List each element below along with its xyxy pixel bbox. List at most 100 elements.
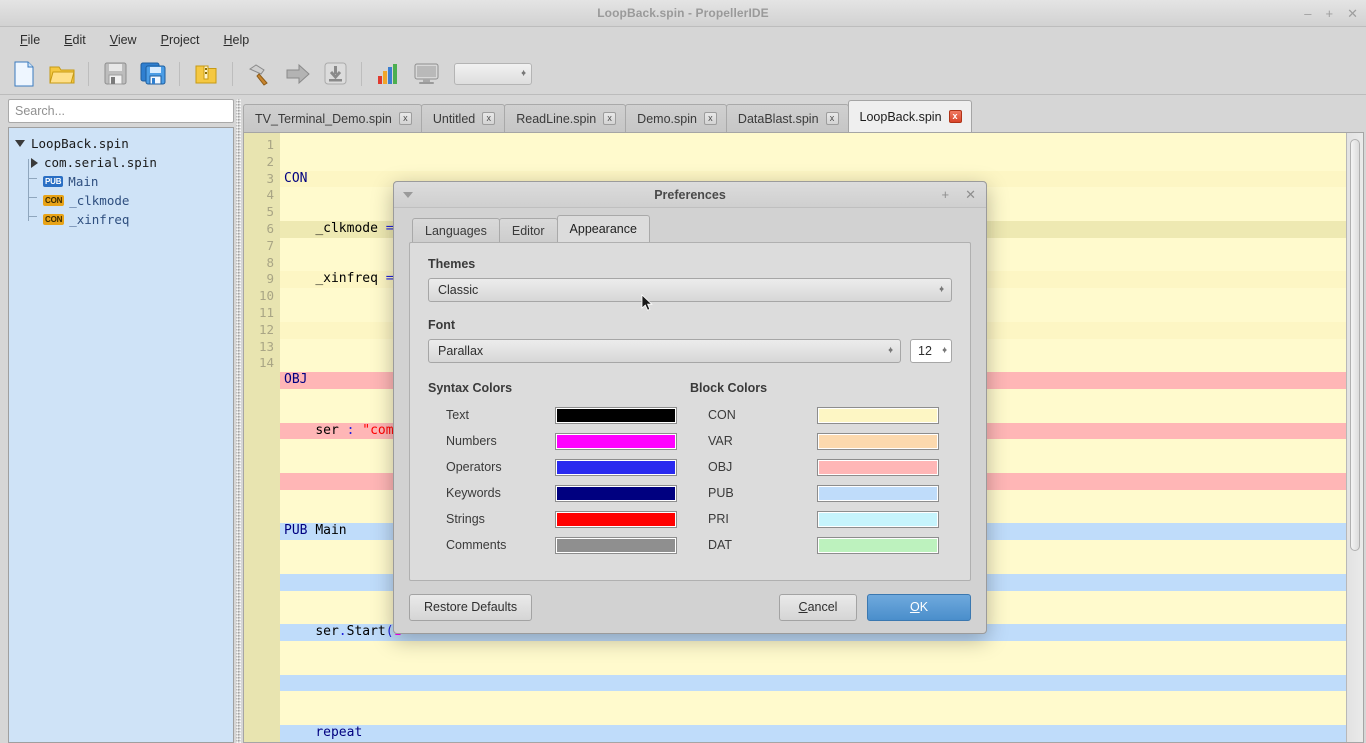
terminal-icon[interactable] [408,57,444,91]
tab-demo[interactable]: Demo.spin x [625,104,727,132]
chevron-down-icon[interactable] [15,140,25,147]
code-line: repeat [280,724,1346,742]
serial-port-selector[interactable]: ▲ ▼ [454,62,532,85]
menu-edit[interactable]: Edit [54,30,96,50]
tree-item-loopback[interactable]: LoopBack.spin [9,134,233,153]
tab-readline[interactable]: ReadLine.spin x [504,104,627,132]
open-folder-icon[interactable] [44,57,80,91]
syntax-color-row-strings: Strings [428,506,690,532]
pub-badge-icon: PUB [43,176,64,187]
color-swatch-numbers[interactable] [555,432,677,450]
tree-item-clkmode[interactable]: CON _clkmode [9,191,233,210]
maximize-icon[interactable]: + [1326,7,1334,20]
block-color-row-con: CON [690,402,952,428]
build-hammer-icon[interactable] [241,57,277,91]
menu-view[interactable]: View [100,30,147,50]
tab-appearance[interactable]: Appearance [556,215,650,242]
menu-help[interactable]: Help [214,30,260,50]
tab-datablast[interactable]: DataBlast.spin x [725,104,849,132]
color-swatch-dat[interactable] [817,536,939,554]
color-swatch-con[interactable] [817,406,939,424]
themes-label: Themes [428,257,476,271]
chevron-right-icon[interactable] [31,157,38,168]
tab-close-icon[interactable]: x [603,112,617,125]
tab-close-icon[interactable]: x [703,112,717,125]
row-label: PUB [708,486,734,500]
project-tree[interactable]: LoopBack.spin com.serial.spin PUB Main C… [8,127,234,743]
tab-tv-terminal-demo[interactable]: TV_Terminal_Demo.spin x [243,104,422,132]
font-size-stepper[interactable]: 12 ▲ ▼ [910,339,952,363]
editor-vertical-scrollbar[interactable] [1346,133,1363,742]
row-label: Keywords [446,486,501,500]
row-label: VAR [708,434,733,448]
theme-select[interactable]: Classic ▲ ▼ [428,278,952,302]
tree-item-main[interactable]: PUB Main [9,172,233,191]
menu-file[interactable]: File [10,30,50,50]
tree-item-xinfreq[interactable]: CON _xinfreq [9,210,233,229]
syntax-colors-heading: Syntax Colors [428,381,513,395]
tree-item-label: Main [68,174,99,189]
dialog-maximize-icon[interactable]: + [942,187,950,203]
tab-close-icon[interactable]: x [482,112,496,125]
color-swatch-strings[interactable] [555,510,677,528]
search-input[interactable]: Search... [8,99,234,123]
tree-item-com-serial[interactable]: com.serial.spin [9,153,233,172]
new-file-icon[interactable] [6,57,42,91]
preferences-dialog[interactable]: Preferences + ✕ Languages Editor Appeara… [393,181,987,634]
cancel-button[interactable]: Cancel [779,593,857,621]
color-swatch-text[interactable] [555,406,677,424]
toolbar-separator [361,61,362,86]
row-label: DAT [708,538,733,552]
block-colors-heading: Block Colors [690,381,768,395]
tab-close-icon[interactable]: x [398,112,412,125]
color-swatch-keywords[interactable] [555,484,677,502]
appearance-panel: Themes Classic ▲ ▼ Font Parallax ▲ ▼ 12 ▲ ▼… [409,242,971,581]
row-label: Text [446,408,469,422]
tab-untitled[interactable]: Untitled x [420,104,506,132]
color-swatch-operators[interactable] [555,458,677,476]
menu-project[interactable]: Project [151,30,210,50]
tab-close-icon[interactable]: x [948,110,962,123]
font-family-select[interactable]: Parallax ▲ ▼ [428,339,901,363]
row-label: Numbers [446,434,497,448]
toolbar-separator [88,61,89,86]
zip-project-icon[interactable] [188,57,224,91]
editor-tabbar: TV_Terminal_Demo.spin x Untitled x ReadL… [243,99,1364,133]
tree-item-label: com.serial.spin [44,155,157,170]
save-icon[interactable] [97,57,133,91]
save-all-icon[interactable] [135,57,171,91]
tab-close-icon[interactable]: x [825,112,839,125]
tab-editor[interactable]: Editor [498,218,558,242]
spinner-arrows-icon: ▲ ▼ [520,68,527,78]
spinner-arrows-icon[interactable]: ▲ ▼ [941,346,948,355]
syntax-color-row-operators: Operators [428,454,690,480]
run-arrow-icon[interactable] [279,57,315,91]
color-swatch-comments[interactable] [555,536,677,554]
row-label: Operators [446,460,502,474]
syntax-color-row-comments: Comments [428,532,690,558]
dialog-titlebar: Preferences + ✕ [394,182,986,208]
color-swatch-pri[interactable] [817,510,939,528]
tab-languages[interactable]: Languages [412,218,500,242]
download-icon[interactable] [317,57,353,91]
toolbar-separator [179,61,180,86]
chevron-updown-icon: ▲ ▼ [938,285,945,294]
chart-icon[interactable] [370,57,406,91]
dialog-close-icon[interactable]: ✕ [965,187,976,203]
con-badge-icon: CON [43,214,65,225]
color-swatch-pub[interactable] [817,484,939,502]
syntax-color-row-numbers: Numbers [428,428,690,454]
minimize-icon[interactable]: – [1304,7,1311,20]
sidebar-splitter[interactable] [234,99,243,743]
color-swatch-var[interactable] [817,432,939,450]
tab-loopback[interactable]: LoopBack.spin x [847,100,972,132]
syntax-color-row-keywords: Keywords [428,480,690,506]
tree-item-label: _clkmode [69,193,130,208]
close-icon[interactable]: ✕ [1347,7,1358,20]
search-placeholder: Search... [15,104,66,118]
color-swatch-obj[interactable] [817,458,939,476]
ok-button[interactable]: OK [867,593,971,621]
row-label: OBJ [708,460,733,474]
restore-defaults-button[interactable]: Restore Defaults [409,593,533,621]
scrollbar-thumb[interactable] [1350,139,1360,551]
